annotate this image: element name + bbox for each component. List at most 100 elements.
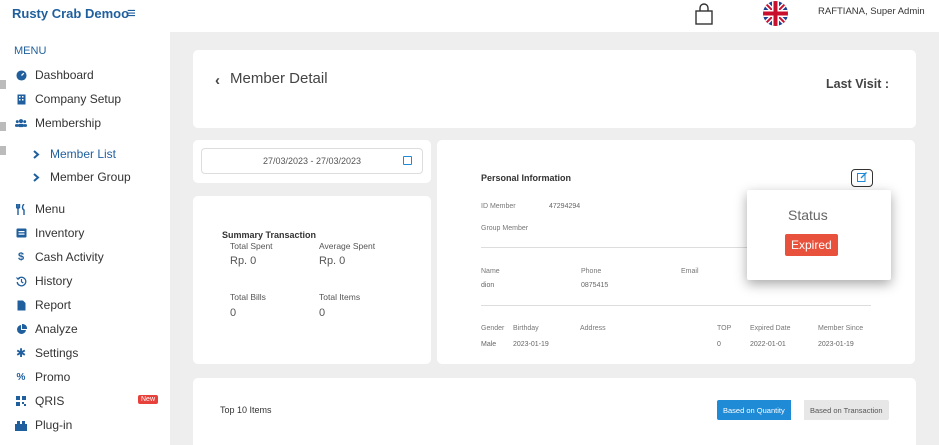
- calendar-icon[interactable]: [403, 156, 412, 165]
- phone-label: Phone: [581, 268, 602, 275]
- menu-section-label: MENU: [14, 45, 47, 57]
- sidebar-item-company-setup[interactable]: Company Setup: [0, 88, 170, 110]
- sidebar-item-history[interactable]: History: [0, 270, 170, 292]
- personal-info-title: Personal Information: [481, 173, 572, 183]
- percent-icon: %: [16, 371, 26, 383]
- page-title: Member Detail: [230, 70, 328, 87]
- sidebar-item-settings[interactable]: ✱ Settings: [0, 342, 170, 364]
- name-label: Name: [481, 268, 500, 275]
- top-items-card: Top 10 Items Based on Quantity Based on …: [193, 378, 916, 445]
- dollar-icon: $: [17, 251, 25, 263]
- chevron-right-icon: [30, 171, 42, 183]
- sidebar-item-report[interactable]: Report: [0, 294, 170, 316]
- sidebar-item-label: Inventory: [35, 226, 85, 240]
- total-spent-label: Total Spent: [230, 241, 273, 251]
- dashboard-icon: [15, 69, 27, 81]
- sidebar-item-inventory[interactable]: Inventory: [0, 222, 170, 244]
- id-member-label: ID Member: [481, 203, 516, 210]
- user-name[interactable]: RAFTIANA, Super Admin: [818, 6, 925, 17]
- total-items-label: Total Items: [319, 292, 361, 302]
- gender-value: Male: [481, 341, 497, 348]
- header-card: ‹ Member Detail Last Visit :: [193, 50, 916, 128]
- pie-chart-icon: [15, 323, 27, 335]
- topbar: RAFTIANA, Super Admin: [170, 0, 939, 32]
- sidebar-item-label: Member Group: [50, 170, 131, 184]
- inventory-icon: [15, 227, 27, 239]
- summary-card: Summary Transaction Total Spent Rp. 0 Av…: [193, 196, 431, 364]
- total-bills-label: Total Bills: [230, 292, 266, 302]
- member-since-value: 2023-01-19: [818, 341, 854, 348]
- address-label: Address: [580, 325, 606, 332]
- edit-icon: [856, 169, 868, 187]
- last-visit-label: Last Visit :: [826, 77, 889, 91]
- total-spent-value: Rp. 0: [230, 255, 257, 267]
- total-bills-value: 0: [230, 307, 237, 319]
- date-range-input[interactable]: 27/03/2023 - 27/03/2023: [201, 148, 423, 174]
- file-icon: [15, 299, 27, 311]
- sidebar-item-qris[interactable]: QRIS New: [0, 390, 170, 412]
- hamburger-menu-icon[interactable]: ≡: [127, 5, 136, 22]
- top-value: 0: [717, 341, 721, 348]
- qr-icon: [15, 395, 27, 407]
- based-on-quantity-button[interactable]: Based on Quantity: [717, 400, 791, 420]
- shopping-bag-icon[interactable]: [694, 3, 714, 25]
- utensils-icon: [15, 203, 27, 215]
- sidebar-item-label: QRIS: [35, 394, 65, 408]
- phone-value: 0875415: [581, 282, 609, 289]
- group-member-label: Group Member: [481, 225, 529, 232]
- sidebar-item-label: Company Setup: [35, 92, 122, 106]
- users-icon: [15, 117, 27, 129]
- sidebar-item-label: Report: [35, 298, 72, 312]
- status-badge: Expired: [785, 234, 838, 256]
- status-label: Status: [788, 207, 828, 223]
- birthday-label: Birthday: [513, 325, 539, 332]
- gender-label: Gender: [481, 325, 505, 332]
- back-chevron-icon[interactable]: ‹: [215, 72, 220, 89]
- top-items-title: Top 10 Items: [220, 405, 272, 415]
- sidebar-item-label: History: [35, 274, 73, 288]
- sidebar-item-plug-in[interactable]: Plug-in: [0, 414, 170, 436]
- date-range-value: 27/03/2023 - 27/03/2023: [262, 156, 362, 166]
- average-spent-value: Rp. 0: [319, 255, 346, 267]
- sidebar-item-label: Cash Activity: [35, 250, 104, 264]
- sidebar-item-analyze[interactable]: Analyze: [0, 318, 170, 340]
- sidebar-item-member-list[interactable]: Member List: [0, 143, 170, 165]
- name-value: dion: [481, 282, 495, 289]
- member-since-label: Member Since: [818, 325, 864, 332]
- status-popover: Status Expired: [747, 190, 891, 280]
- sidebar-item-label: Promo: [35, 370, 71, 384]
- sidebar-item-dashboard[interactable]: Dashboard: [0, 64, 170, 86]
- date-range-card: 27/03/2023 - 27/03/2023: [193, 140, 431, 183]
- divider: [481, 305, 871, 306]
- expired-date-value: 2022-01-01: [750, 341, 786, 348]
- total-items-value: 0: [319, 307, 326, 319]
- sidebar-item-membership[interactable]: Membership: [0, 112, 170, 134]
- average-spent-label: Average Spent: [319, 241, 376, 251]
- top-label: TOP: [717, 325, 732, 332]
- sidebar-item-member-group[interactable]: Member Group: [0, 166, 170, 188]
- sidebar-item-promo[interactable]: % Promo: [0, 366, 170, 388]
- id-member-value: 47294294: [549, 203, 581, 210]
- plugin-icon: [15, 419, 27, 431]
- sidebar-item-label: Analyze: [35, 322, 78, 336]
- expired-date-label: Expired Date: [750, 325, 791, 332]
- uk-flag-icon[interactable]: [763, 1, 788, 26]
- building-icon: [15, 93, 27, 105]
- based-on-transaction-button[interactable]: Based on Transaction: [804, 400, 889, 420]
- email-label: Email: [681, 268, 699, 275]
- gear-icon: ✱: [15, 346, 27, 360]
- edit-button[interactable]: [851, 169, 873, 187]
- sidebar-item-label: Menu: [35, 202, 66, 216]
- chevron-right-icon: [30, 148, 42, 160]
- sidebar-item-label: Settings: [35, 346, 79, 360]
- sidebar-item-label: Membership: [35, 116, 102, 130]
- new-badge: New: [138, 395, 159, 404]
- sidebar-item-menu[interactable]: Menu: [0, 198, 170, 220]
- sidebar: Rusty Crab Demoo ≡ MENU Dashboard Compan…: [0, 0, 170, 445]
- sidebar-item-cash-activity[interactable]: $ Cash Activity: [0, 246, 170, 268]
- brand-name[interactable]: Rusty Crab Demoo: [12, 6, 129, 21]
- sidebar-item-label: Dashboard: [35, 68, 94, 82]
- sidebar-item-label: Member List: [50, 147, 117, 161]
- sidebar-item-label: Plug-in: [35, 418, 73, 432]
- birthday-value: 2023-01-19: [513, 341, 549, 348]
